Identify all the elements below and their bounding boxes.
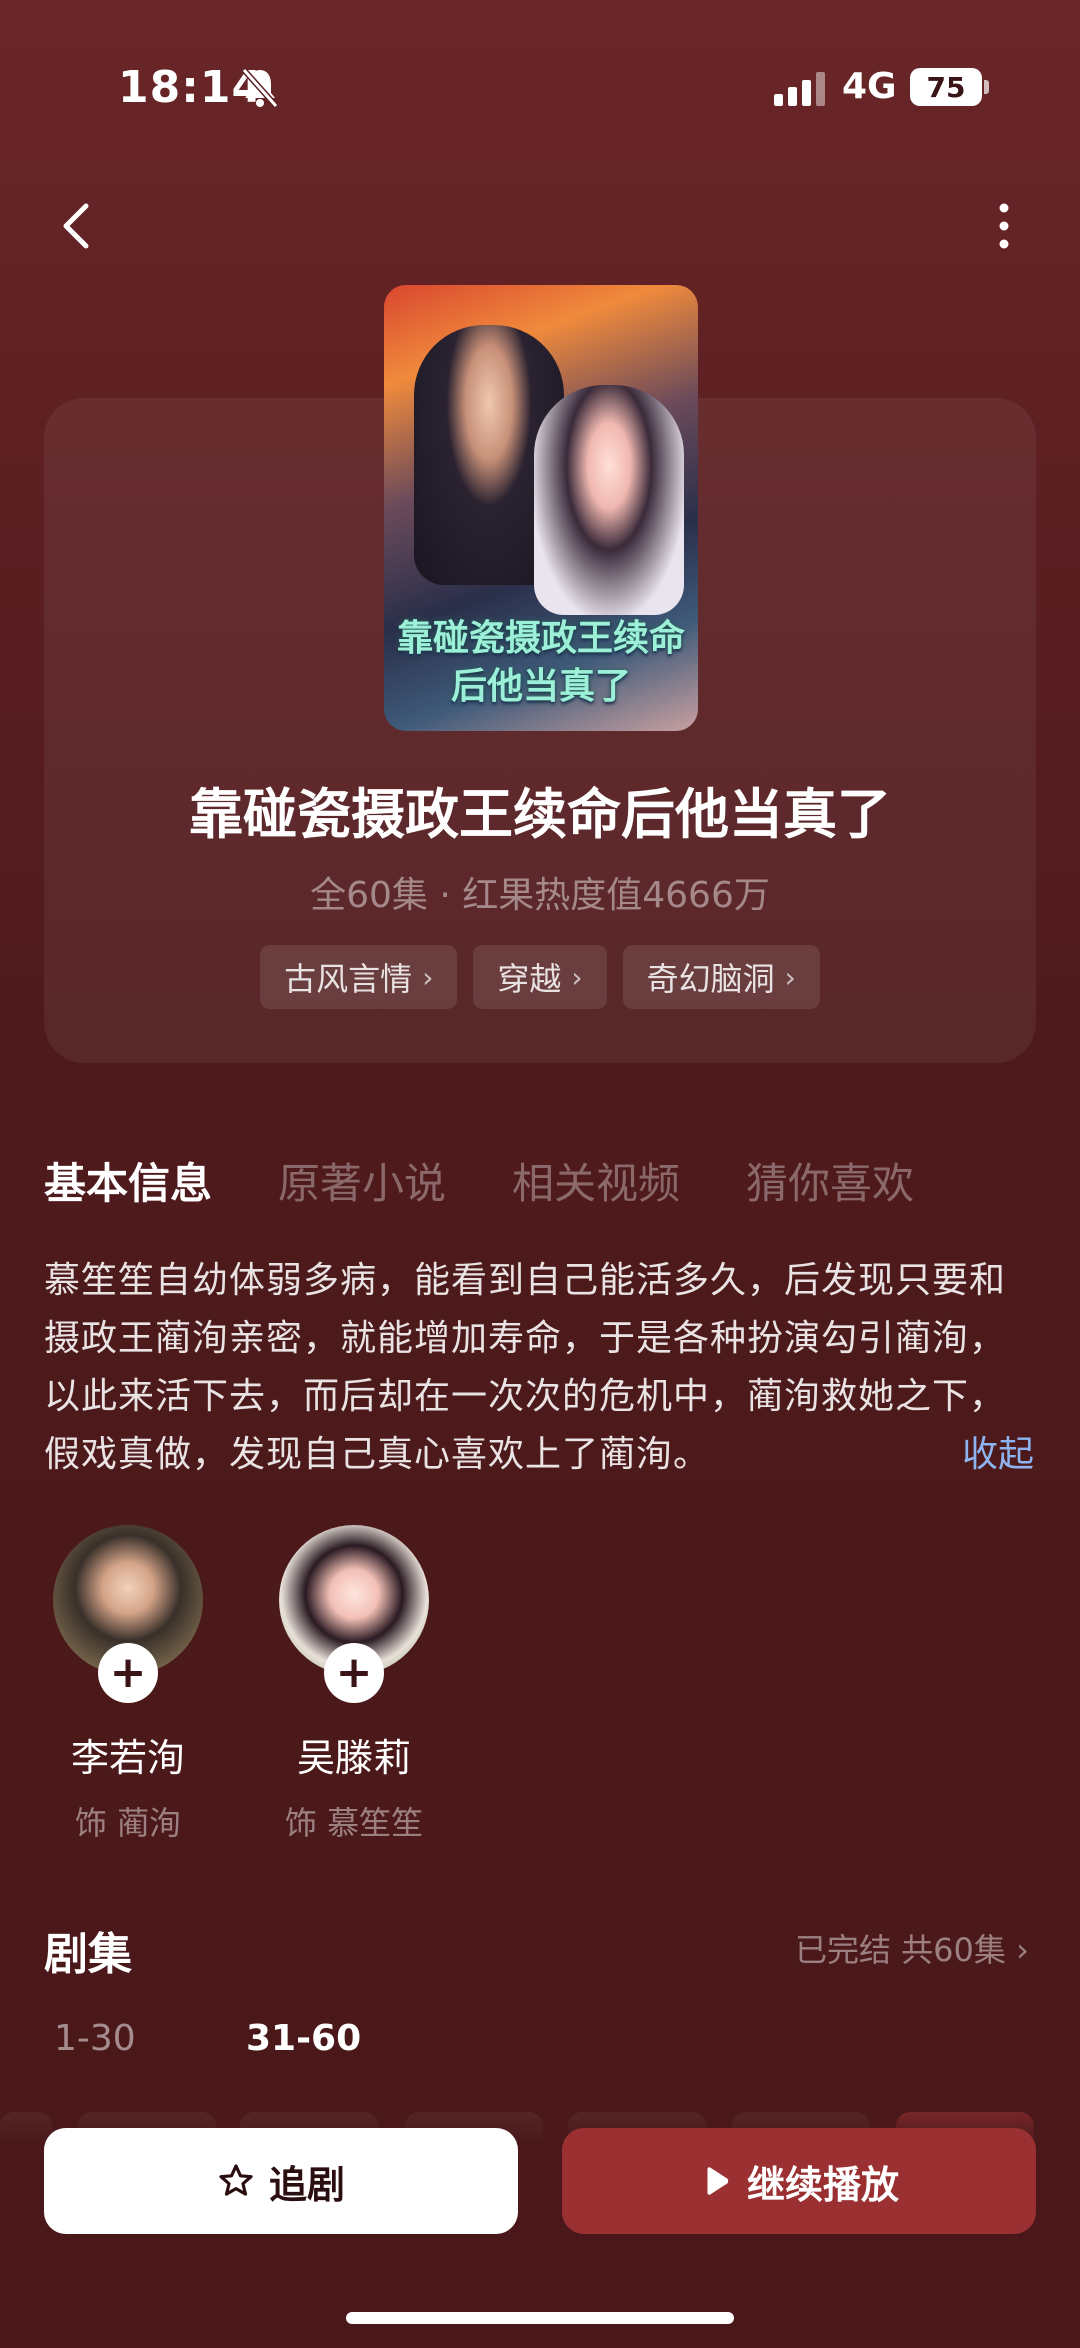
home-indicator[interactable]: [346, 2312, 734, 2324]
detail-tabs: 基本信息 原著小说 相关视频 猜你喜欢: [44, 1150, 914, 1211]
tab-related-videos[interactable]: 相关视频: [512, 1150, 680, 1211]
episode-range-tab[interactable]: 1-30: [54, 2018, 136, 2059]
cast-member[interactable]: + 李若洵 饰 蔺洵: [18, 1525, 238, 1844]
tab-basic-info[interactable]: 基本信息: [44, 1150, 212, 1211]
episodes-heading: 剧集: [44, 1929, 132, 1980]
more-vertical-icon[interactable]: [984, 196, 1024, 256]
tag-label: 穿越: [497, 960, 562, 998]
actor-role: 饰 蔺洵: [74, 1804, 182, 1842]
synopsis-text: 慕笙笙自幼体弱多病，能看到自己能活多久，后发现只要和摄政王蔺洵亲密，就能增加寿命…: [44, 1260, 1007, 1475]
tag-chip[interactable]: 古风言情 ›: [260, 945, 458, 1009]
tag-label: 古风言情: [284, 960, 413, 998]
play-icon: [707, 2167, 729, 2195]
play-label: 继续播放: [746, 2162, 899, 2207]
continue-play-button[interactable]: 继续播放: [562, 2128, 1036, 2234]
chevron-right-icon: ›: [571, 960, 583, 994]
chevron-right-icon: ›: [422, 960, 434, 994]
drama-title: 靠碰瓷摄政王续命后他当真了: [189, 783, 891, 846]
tag-list: 古风言情 › 穿越 › 奇幻脑洞 ›: [0, 945, 1080, 1009]
bell-muted-icon: [241, 68, 279, 108]
actor-role: 饰 慕笙笙: [284, 1804, 424, 1842]
episodes-status-link[interactable]: 已完结 共60集 ›: [795, 1925, 1029, 1971]
tag-chip[interactable]: 穿越 ›: [473, 945, 607, 1009]
chevron-right-icon: ›: [784, 960, 796, 994]
tab-original-novel[interactable]: 原著小说: [278, 1150, 446, 1211]
actor-name: 吴滕莉: [296, 1736, 411, 1780]
follow-actor-button[interactable]: +: [98, 1643, 158, 1703]
chevron-right-icon: ›: [1016, 1931, 1029, 1969]
battery-icon: 75: [910, 68, 982, 106]
star-icon: [219, 2164, 253, 2196]
poster-title: 靠碰瓷摄政王续命后他当真了: [396, 618, 685, 707]
chevron-left-icon[interactable]: [50, 196, 110, 256]
tab-recommendations[interactable]: 猜你喜欢: [746, 1150, 914, 1211]
signal-icon: [774, 72, 825, 106]
drama-poster[interactable]: 靠碰瓷摄政王续命后他当真了: [384, 285, 698, 731]
follow-label: 追剧: [268, 2162, 345, 2207]
battery-tip: [984, 80, 989, 94]
collapse-link[interactable]: 收起: [962, 1426, 1034, 1484]
episode-range-tab[interactable]: 31-60: [246, 2018, 361, 2059]
poster-figure-female: [534, 385, 684, 615]
follow-drama-button[interactable]: 追剧: [44, 2128, 518, 2234]
episodes-status: 已完结 共60集: [795, 1931, 1006, 1969]
tag-label: 奇幻脑洞: [646, 960, 775, 998]
network-label: 4G: [842, 66, 897, 107]
tag-chip[interactable]: 奇幻脑洞 ›: [622, 945, 820, 1009]
follow-actor-button[interactable]: +: [324, 1643, 384, 1703]
cast-member[interactable]: + 吴滕莉 饰 慕笙笙: [244, 1525, 464, 1844]
battery-level: 75: [926, 70, 966, 104]
drama-meta: 全60集 · 红果热度值4666万: [310, 875, 770, 916]
actor-name: 李若洵: [70, 1736, 185, 1780]
